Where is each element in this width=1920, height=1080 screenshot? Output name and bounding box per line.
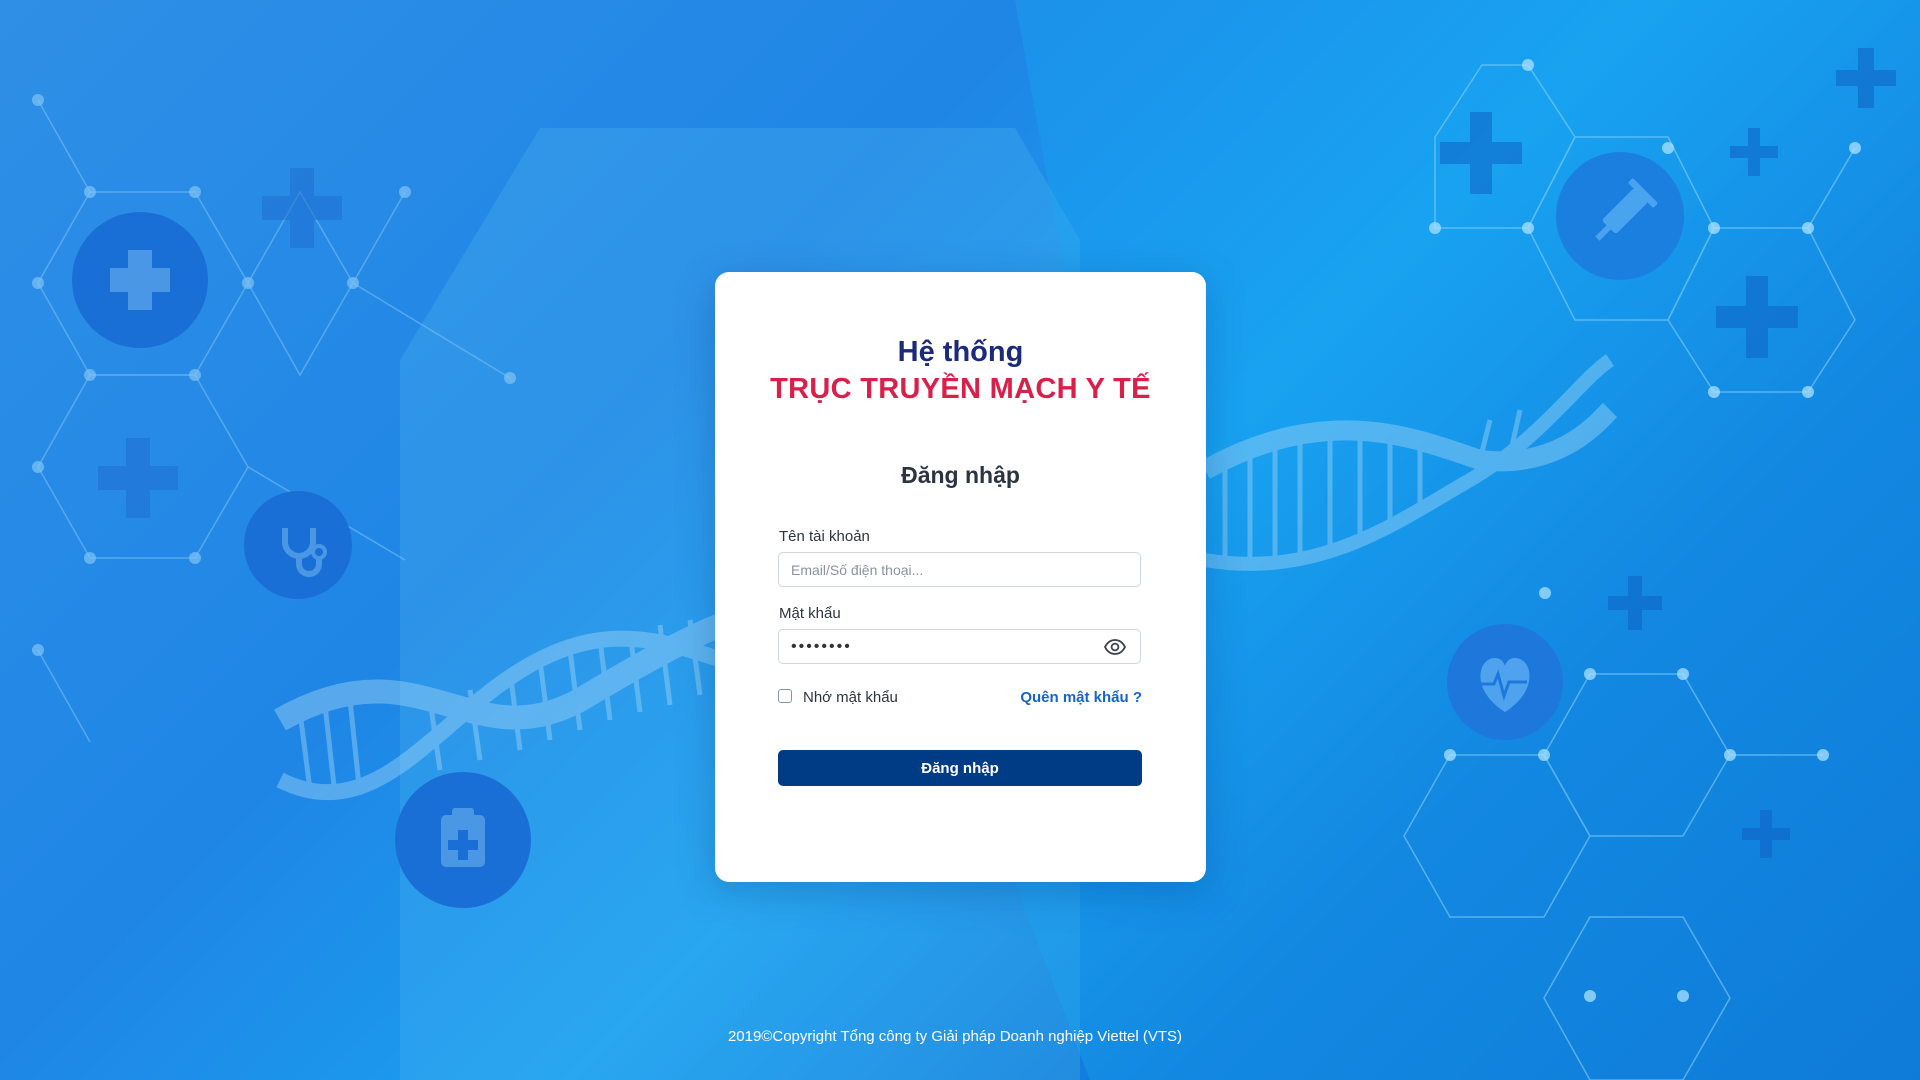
remember-checkbox[interactable] xyxy=(778,689,792,703)
show-password-toggle[interactable] xyxy=(1099,635,1131,659)
medical-cross-circle xyxy=(72,212,208,348)
login-heading: Đăng nhập xyxy=(901,462,1020,488)
username-label: Tên tài khoản xyxy=(779,528,870,545)
syringe-circle xyxy=(1556,152,1684,280)
remember-label: Nhớ mật khẩu xyxy=(803,689,898,706)
password-input[interactable] xyxy=(778,629,1141,664)
system-title: Hệ thống xyxy=(897,336,1024,368)
login-button[interactable]: Đăng nhập xyxy=(778,750,1142,786)
password-label: Mật khẩu xyxy=(779,605,841,622)
eye-icon xyxy=(1104,639,1126,655)
forgot-password-link[interactable]: Quên mật khẩu ? xyxy=(1020,689,1142,706)
system-name: TRỤC TRUYỀN MẠCH Y TẾ xyxy=(770,373,1151,405)
username-input[interactable] xyxy=(778,552,1141,587)
clipboard-circle xyxy=(395,772,531,908)
remember-me[interactable]: Nhớ mật khẩu xyxy=(778,686,898,706)
login-card: Hệ thống TRỤC TRUYỀN MẠCH Y TẾ Đăng nhập… xyxy=(715,272,1206,882)
footer-copyright: 2019©Copyright Tổng công ty Giải pháp Do… xyxy=(727,1028,1183,1045)
stethoscope-circle xyxy=(244,491,352,599)
heart-pulse-circle xyxy=(1447,624,1563,740)
